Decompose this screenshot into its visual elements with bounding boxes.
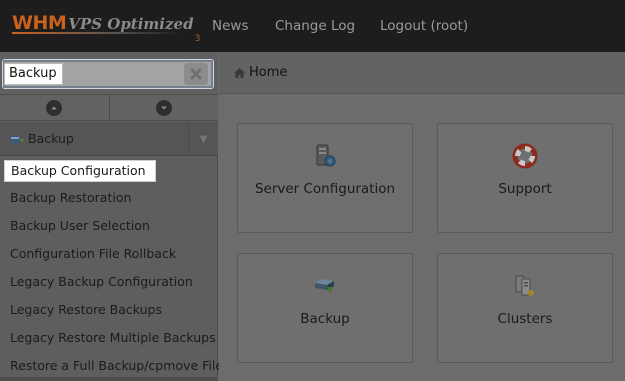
whm-logo[interactable]: WHM VPS Optimized 3 [12, 12, 200, 44]
top-bar: WHM VPS Optimized 3 News Change Log Logo… [0, 0, 625, 52]
lifebuoy-icon [511, 142, 539, 170]
sidebar-item-label: Backup Configuration [4, 160, 156, 182]
sidebar-scroll-controls [0, 94, 218, 121]
nav-logout-link[interactable]: Logout (root) [380, 0, 468, 52]
home-icon [233, 67, 246, 79]
search-input[interactable]: Backup [4, 63, 63, 85]
sidebar-item-configuration-file-rollback[interactable]: Configuration File Rollback [0, 240, 218, 268]
logo-product: VPS Optimized [68, 15, 194, 33]
tile-backup[interactable]: Backup [237, 253, 413, 363]
backup-category-icon [9, 132, 25, 146]
sidebar: Backup Backup ▼ Backup Configuration Bac… [0, 52, 223, 381]
sidebar-item-backup-user-selection[interactable]: Backup User Selection [0, 212, 218, 240]
category-label: Backup [28, 131, 74, 146]
backup-drive-icon [311, 272, 339, 300]
logo-version: 3 [194, 34, 201, 44]
sidebar-bottom-edge [0, 377, 218, 381]
sidebar-item-legacy-restore-multiple-backups[interactable]: Legacy Restore Multiple Backups [0, 324, 218, 352]
nav-news-link[interactable]: News [212, 0, 248, 52]
tile-label: Backup [300, 311, 350, 327]
chevron-up-icon [46, 99, 63, 116]
category-header-backup[interactable]: Backup ▼ [0, 122, 218, 156]
sidebar-item-backup-restoration[interactable]: Backup Restoration [0, 184, 218, 212]
breadcrumb: Home [219, 52, 625, 94]
scroll-up-button[interactable] [0, 95, 109, 120]
tile-clusters[interactable]: Clusters [437, 253, 613, 363]
sidebar-item-backup-configuration[interactable]: Backup Configuration [0, 156, 218, 184]
tile-label: Clusters [497, 311, 553, 327]
close-icon [190, 68, 202, 80]
chevron-down-icon [155, 99, 172, 116]
sidebar-item-restore-full-backup[interactable]: Restore a Full Backup/cpmove File [0, 352, 223, 380]
category-collapse-toggle[interactable]: ▼ [188, 122, 218, 156]
main-content: Home Server Configuration Support Backup… [219, 52, 625, 381]
scroll-down-button[interactable] [108, 95, 218, 120]
tile-label: Support [498, 181, 552, 197]
breadcrumb-home-link[interactable]: Home [249, 65, 287, 80]
logo-brand: WHM [12, 12, 67, 34]
cluster-servers-icon [511, 272, 539, 300]
nav-change-log-link[interactable]: Change Log [275, 0, 355, 52]
search-container: Backup [0, 52, 218, 94]
sidebar-menu: Backup Configuration Backup Restoration … [0, 156, 223, 380]
sidebar-item-legacy-backup-configuration[interactable]: Legacy Backup Configuration [0, 268, 218, 296]
clear-search-button[interactable] [184, 63, 208, 85]
logo-underline [12, 32, 182, 34]
server-configuration-icon [311, 142, 339, 170]
tile-support[interactable]: Support [437, 123, 613, 233]
sidebar-item-legacy-restore-backups[interactable]: Legacy Restore Backups [0, 296, 218, 324]
tile-label: Server Configuration [254, 181, 396, 197]
tile-server-configuration[interactable]: Server Configuration [237, 123, 413, 233]
